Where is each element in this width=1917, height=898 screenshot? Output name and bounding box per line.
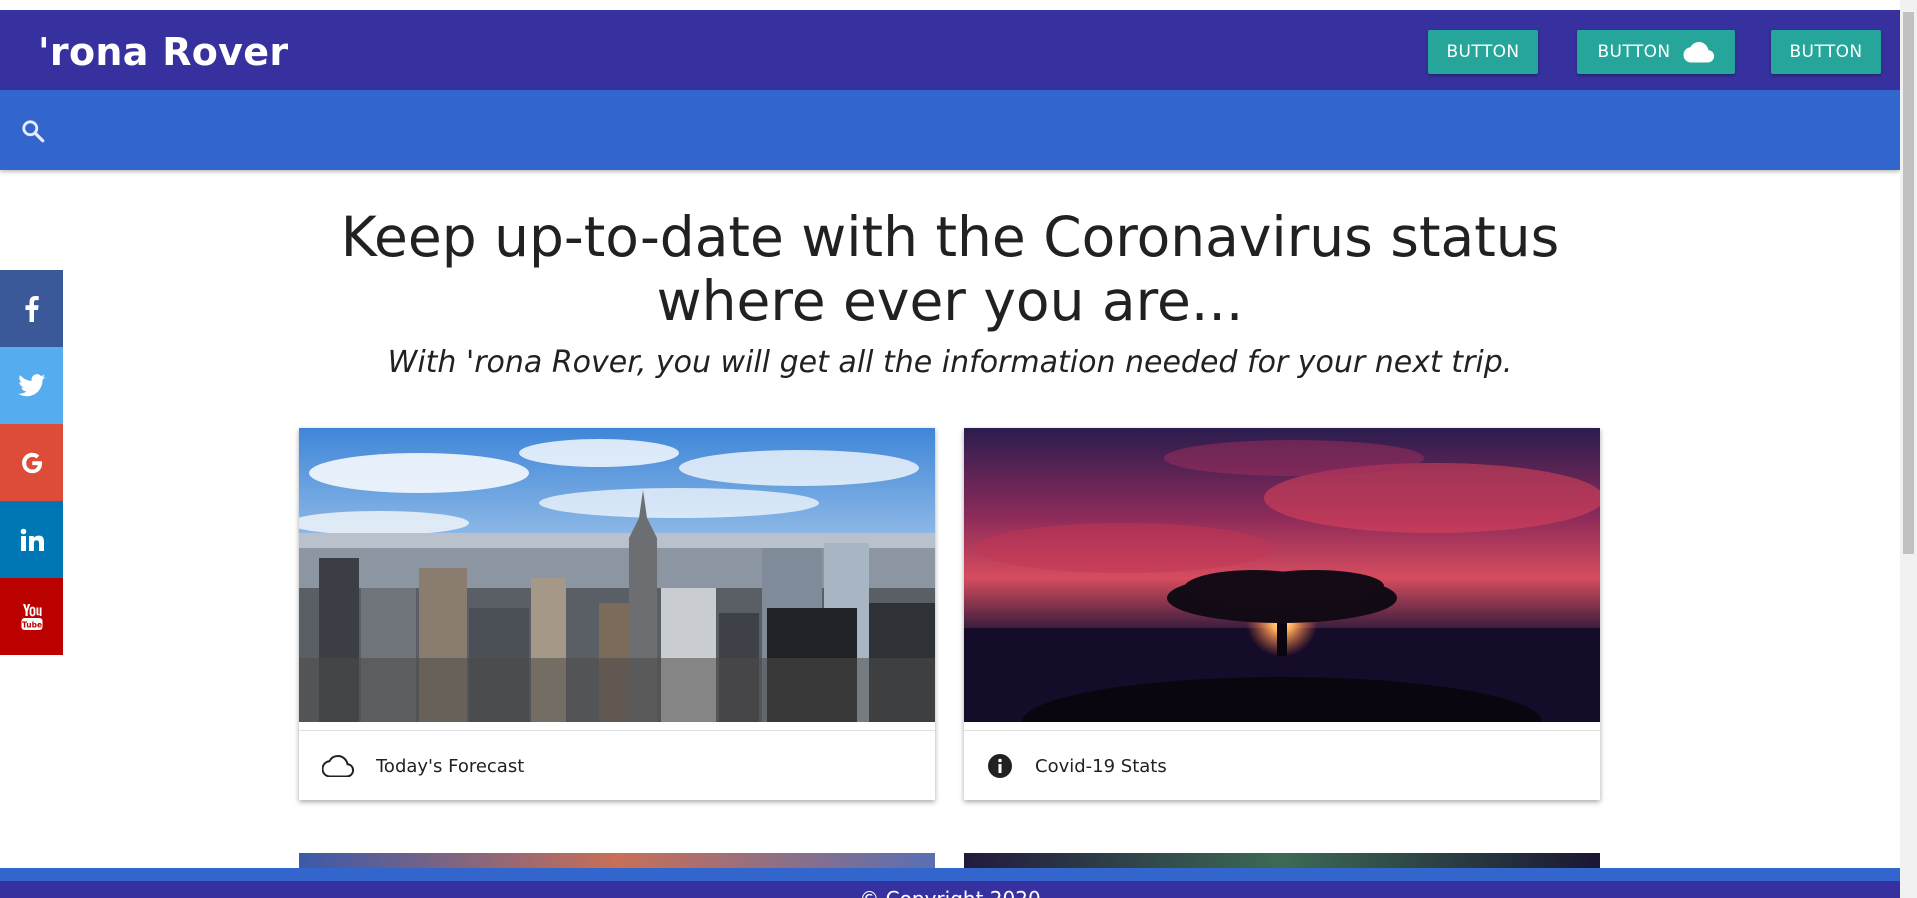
info-icon <box>988 754 1012 778</box>
google-icon <box>21 452 42 473</box>
social-twitter-button[interactable] <box>0 347 63 424</box>
hero-title: Keep up-to-date with the Coronavirus sta… <box>340 205 1560 333</box>
nav-button-1[interactable]: BUTTON <box>1428 30 1538 74</box>
nav-button-label: BUTTON <box>1597 42 1671 62</box>
cloud-outline-icon <box>322 755 354 777</box>
social-youtube-button[interactable]: Tube <box>0 578 63 655</box>
nav-button-3[interactable]: BUTTON <box>1771 30 1881 74</box>
search-bar <box>0 90 1900 170</box>
social-google-button[interactable] <box>0 424 63 501</box>
nav-button-label: BUTTON <box>1446 42 1520 62</box>
hero-subtitle: With 'rona Rover, you will get all the i… <box>387 345 1513 380</box>
covid-stats-card-action[interactable]: Covid-19 Stats <box>964 730 1600 800</box>
twitter-icon <box>17 374 45 397</box>
linkedin-icon <box>20 528 44 551</box>
brand-logo[interactable]: 'rona Rover <box>38 30 288 74</box>
footer: © Copyright 2020 <box>0 881 1900 898</box>
copyright-text: © Copyright 2020 <box>0 881 1900 898</box>
social-sidebar: Tube <box>0 270 63 655</box>
forecast-card: Today's Forecast <box>299 428 935 800</box>
social-facebook-button[interactable] <box>0 270 63 347</box>
covid-stats-card-label: Covid-19 Stats <box>1035 755 1167 777</box>
city-skyline-image <box>299 428 935 722</box>
covid-stats-card: Covid-19 Stats <box>964 428 1600 800</box>
forecast-card-label: Today's Forecast <box>376 755 525 777</box>
youtube-icon: Tube <box>21 603 42 630</box>
tree-sunset-image <box>964 428 1600 722</box>
forecast-card-action[interactable]: Today's Forecast <box>299 730 935 800</box>
cloud-icon <box>1683 42 1714 63</box>
nav-button-label: BUTTON <box>1789 42 1863 62</box>
nav-button-2[interactable]: BUTTON <box>1577 30 1735 74</box>
scrollbar-thumb[interactable] <box>1903 12 1914 554</box>
search-input[interactable] <box>64 110 1848 152</box>
svg-text:Tube: Tube <box>21 620 41 629</box>
social-linkedin-button[interactable] <box>0 501 63 578</box>
search-icon[interactable] <box>20 118 46 144</box>
navbar: 'rona Rover BUTTON BUTTON BUTTON <box>0 10 1900 90</box>
facebook-icon <box>25 295 39 322</box>
